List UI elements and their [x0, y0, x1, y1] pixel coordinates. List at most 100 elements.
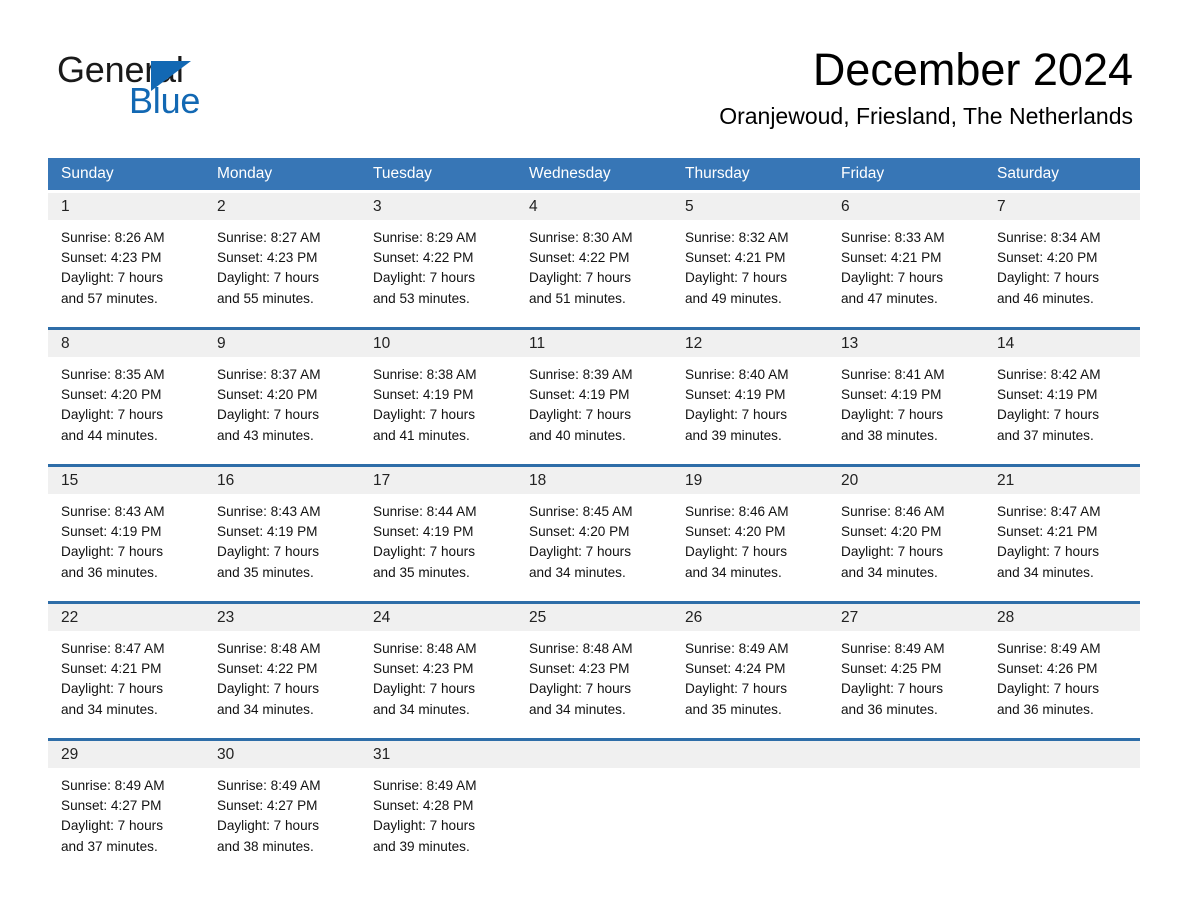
daylight-text-line1: Daylight: 7 hours — [217, 818, 320, 834]
daylight-text-line1: Daylight: 7 hours — [61, 407, 164, 423]
daylight-text-line2: and 46 minutes. — [997, 290, 1094, 306]
daylight-text-line1: Daylight: 7 hours — [685, 407, 788, 423]
calendar-day-cell-empty — [516, 741, 672, 867]
calendar-day-cell-empty — [672, 741, 828, 867]
calendar-day-cell[interactable]: 2 Sunrise: 8:27 AM Sunset: 4:23 PM Daylight… — [204, 193, 360, 319]
calendar-day-cell[interactable]: 14 Sunrise: 8:42 AM Sunset: 4:19 PM Dayligh… — [984, 330, 1140, 456]
calendar-day-cell[interactable]: 18 Sunrise: 8:45 AM Sunset: 4:20 PM Dayligh… — [516, 467, 672, 593]
sunrise-text: Sunrise: 8:49 AM — [997, 641, 1101, 656]
sunrise-text: Sunrise: 8:26 AM — [61, 230, 165, 245]
sunrise-text: Sunrise: 8:46 AM — [841, 504, 945, 519]
day-number: 4 — [516, 193, 672, 220]
calendar-day-cell-empty — [828, 741, 984, 867]
calendar-day-cell[interactable]: 13 Sunrise: 8:41 AM Sunset: 4:19 PM Dayligh… — [828, 330, 984, 456]
calendar-day-cell[interactable]: 16 Sunrise: 8:43 AM Sunset: 4:19 PM Dayligh… — [204, 467, 360, 593]
calendar-day-cell[interactable]: 9 Sunrise: 8:37 AM Sunset: 4:20 PM Daylight… — [204, 330, 360, 456]
sunset-text: Sunset: 4:24 PM — [685, 661, 786, 677]
day-number: 17 — [360, 467, 516, 494]
calendar-day-cell[interactable]: 29 Sunrise: 8:49 AM Sunset: 4:27 PM Dayligh… — [48, 741, 204, 867]
sunrise-text: Sunrise: 8:48 AM — [373, 641, 477, 656]
sunrise-text: Sunrise: 8:27 AM — [217, 230, 321, 245]
day-number: 2 — [204, 193, 360, 220]
calendar-week-row: 15 Sunrise: 8:43 AM Sunset: 4:19 PM Dayligh… — [48, 464, 1140, 593]
sunset-text: Sunset: 4:19 PM — [997, 387, 1098, 403]
day-sun-info: Sunrise: 8:44 AM Sunset: 4:19 PM Daylight:… — [360, 494, 516, 583]
calendar-day-cell[interactable]: 27 Sunrise: 8:49 AM Sunset: 4:25 PM Dayligh… — [828, 604, 984, 730]
sunrise-text: Sunrise: 8:29 AM — [373, 230, 477, 245]
daylight-text-line1: Daylight: 7 hours — [373, 544, 476, 560]
day-sun-info: Sunrise: 8:26 AM Sunset: 4:23 PM Daylight:… — [48, 220, 204, 309]
sunrise-text: Sunrise: 8:34 AM — [997, 230, 1101, 245]
calendar-day-cell[interactable]: 3 Sunrise: 8:29 AM Sunset: 4:22 PM Daylight… — [360, 193, 516, 319]
calendar-day-cell[interactable]: 26 Sunrise: 8:49 AM Sunset: 4:24 PM Dayligh… — [672, 604, 828, 730]
daylight-text-line2: and 39 minutes. — [685, 427, 782, 443]
calendar-day-cell[interactable]: 17 Sunrise: 8:44 AM Sunset: 4:19 PM Dayligh… — [360, 467, 516, 593]
calendar-day-cell[interactable]: 1 Sunrise: 8:26 AM Sunset: 4:23 PM Daylight… — [48, 193, 204, 319]
calendar-day-cell[interactable]: 6 Sunrise: 8:33 AM Sunset: 4:21 PM Daylight… — [828, 193, 984, 319]
daylight-text-line2: and 36 minutes. — [61, 564, 158, 580]
sunset-text: Sunset: 4:19 PM — [529, 387, 630, 403]
day-number: 9 — [204, 330, 360, 357]
sunset-text: Sunset: 4:27 PM — [61, 798, 162, 814]
day-number — [672, 741, 828, 768]
sunset-text: Sunset: 4:21 PM — [61, 661, 162, 677]
day-number: 5 — [672, 193, 828, 220]
day-sun-info: Sunrise: 8:41 AM Sunset: 4:19 PM Daylight:… — [828, 357, 984, 446]
daylight-text-line1: Daylight: 7 hours — [61, 681, 164, 697]
sunset-text: Sunset: 4:22 PM — [529, 250, 630, 266]
calendar-day-cell[interactable]: 19 Sunrise: 8:46 AM Sunset: 4:20 PM Dayligh… — [672, 467, 828, 593]
day-number: 15 — [48, 467, 204, 494]
daylight-text-line1: Daylight: 7 hours — [217, 270, 320, 286]
day-sun-info: Sunrise: 8:49 AM Sunset: 4:27 PM Daylight:… — [48, 768, 204, 857]
day-sun-info: Sunrise: 8:46 AM Sunset: 4:20 PM Daylight:… — [828, 494, 984, 583]
calendar-day-cell[interactable]: 12 Sunrise: 8:40 AM Sunset: 4:19 PM Dayligh… — [672, 330, 828, 456]
sunrise-text: Sunrise: 8:49 AM — [685, 641, 789, 656]
calendar-day-cell[interactable]: 7 Sunrise: 8:34 AM Sunset: 4:20 PM Daylight… — [984, 193, 1140, 319]
calendar-day-cell[interactable]: 23 Sunrise: 8:48 AM Sunset: 4:22 PM Dayligh… — [204, 604, 360, 730]
sunset-text: Sunset: 4:20 PM — [685, 524, 786, 540]
daylight-text-line2: and 34 minutes. — [997, 564, 1094, 580]
calendar-day-cell[interactable]: 10 Sunrise: 8:38 AM Sunset: 4:19 PM Dayligh… — [360, 330, 516, 456]
daylight-text-line1: Daylight: 7 hours — [61, 270, 164, 286]
daylight-text-line1: Daylight: 7 hours — [997, 544, 1100, 560]
sunset-text: Sunset: 4:20 PM — [61, 387, 162, 403]
day-sun-info: Sunrise: 8:35 AM Sunset: 4:20 PM Daylight:… — [48, 357, 204, 446]
title-block: December 2024 Oranjewoud, Friesland, The… — [719, 44, 1133, 130]
calendar-day-cell[interactable]: 22 Sunrise: 8:47 AM Sunset: 4:21 PM Dayligh… — [48, 604, 204, 730]
day-number — [984, 741, 1140, 768]
calendar-day-cell[interactable]: 28 Sunrise: 8:49 AM Sunset: 4:26 PM Dayligh… — [984, 604, 1140, 730]
calendar-day-cell[interactable]: 24 Sunrise: 8:48 AM Sunset: 4:23 PM Dayligh… — [360, 604, 516, 730]
calendar-day-cell[interactable]: 8 Sunrise: 8:35 AM Sunset: 4:20 PM Daylight… — [48, 330, 204, 456]
day-number: 14 — [984, 330, 1140, 357]
daylight-text-line2: and 40 minutes. — [529, 427, 626, 443]
day-number: 13 — [828, 330, 984, 357]
calendar-day-cell[interactable]: 25 Sunrise: 8:48 AM Sunset: 4:23 PM Dayligh… — [516, 604, 672, 730]
day-number: 25 — [516, 604, 672, 631]
day-number: 22 — [48, 604, 204, 631]
daylight-text-line1: Daylight: 7 hours — [217, 407, 320, 423]
calendar-day-cell[interactable]: 31 Sunrise: 8:49 AM Sunset: 4:28 PM Dayligh… — [360, 741, 516, 867]
daylight-text-line1: Daylight: 7 hours — [529, 407, 632, 423]
calendar-day-cell[interactable]: 15 Sunrise: 8:43 AM Sunset: 4:19 PM Dayligh… — [48, 467, 204, 593]
day-number: 18 — [516, 467, 672, 494]
calendar-day-cell[interactable]: 21 Sunrise: 8:47 AM Sunset: 4:21 PM Dayligh… — [984, 467, 1140, 593]
day-sun-info: Sunrise: 8:48 AM Sunset: 4:23 PM Daylight:… — [360, 631, 516, 720]
daylight-text-line2: and 34 minutes. — [529, 701, 626, 717]
day-number: 23 — [204, 604, 360, 631]
day-number: 1 — [48, 193, 204, 220]
daylight-text-line1: Daylight: 7 hours — [61, 544, 164, 560]
calendar-day-cell[interactable]: 4 Sunrise: 8:30 AM Sunset: 4:22 PM Daylight… — [516, 193, 672, 319]
location-subtitle: Oranjewoud, Friesland, The Netherlands — [719, 103, 1133, 129]
day-number: 30 — [204, 741, 360, 768]
daylight-text-line2: and 35 minutes. — [373, 564, 470, 580]
calendar-day-cell[interactable]: 5 Sunrise: 8:32 AM Sunset: 4:21 PM Daylight… — [672, 193, 828, 319]
daylight-text-line2: and 49 minutes. — [685, 290, 782, 306]
sunrise-text: Sunrise: 8:32 AM — [685, 230, 789, 245]
daylight-text-line1: Daylight: 7 hours — [217, 544, 320, 560]
calendar-day-cell[interactable]: 11 Sunrise: 8:39 AM Sunset: 4:19 PM Dayligh… — [516, 330, 672, 456]
day-number: 19 — [672, 467, 828, 494]
calendar-day-cell[interactable]: 20 Sunrise: 8:46 AM Sunset: 4:20 PM Dayligh… — [828, 467, 984, 593]
calendar-day-cell[interactable]: 30 Sunrise: 8:49 AM Sunset: 4:27 PM Dayligh… — [204, 741, 360, 867]
day-sun-info: Sunrise: 8:42 AM Sunset: 4:19 PM Daylight:… — [984, 357, 1140, 446]
daylight-text-line1: Daylight: 7 hours — [841, 681, 944, 697]
